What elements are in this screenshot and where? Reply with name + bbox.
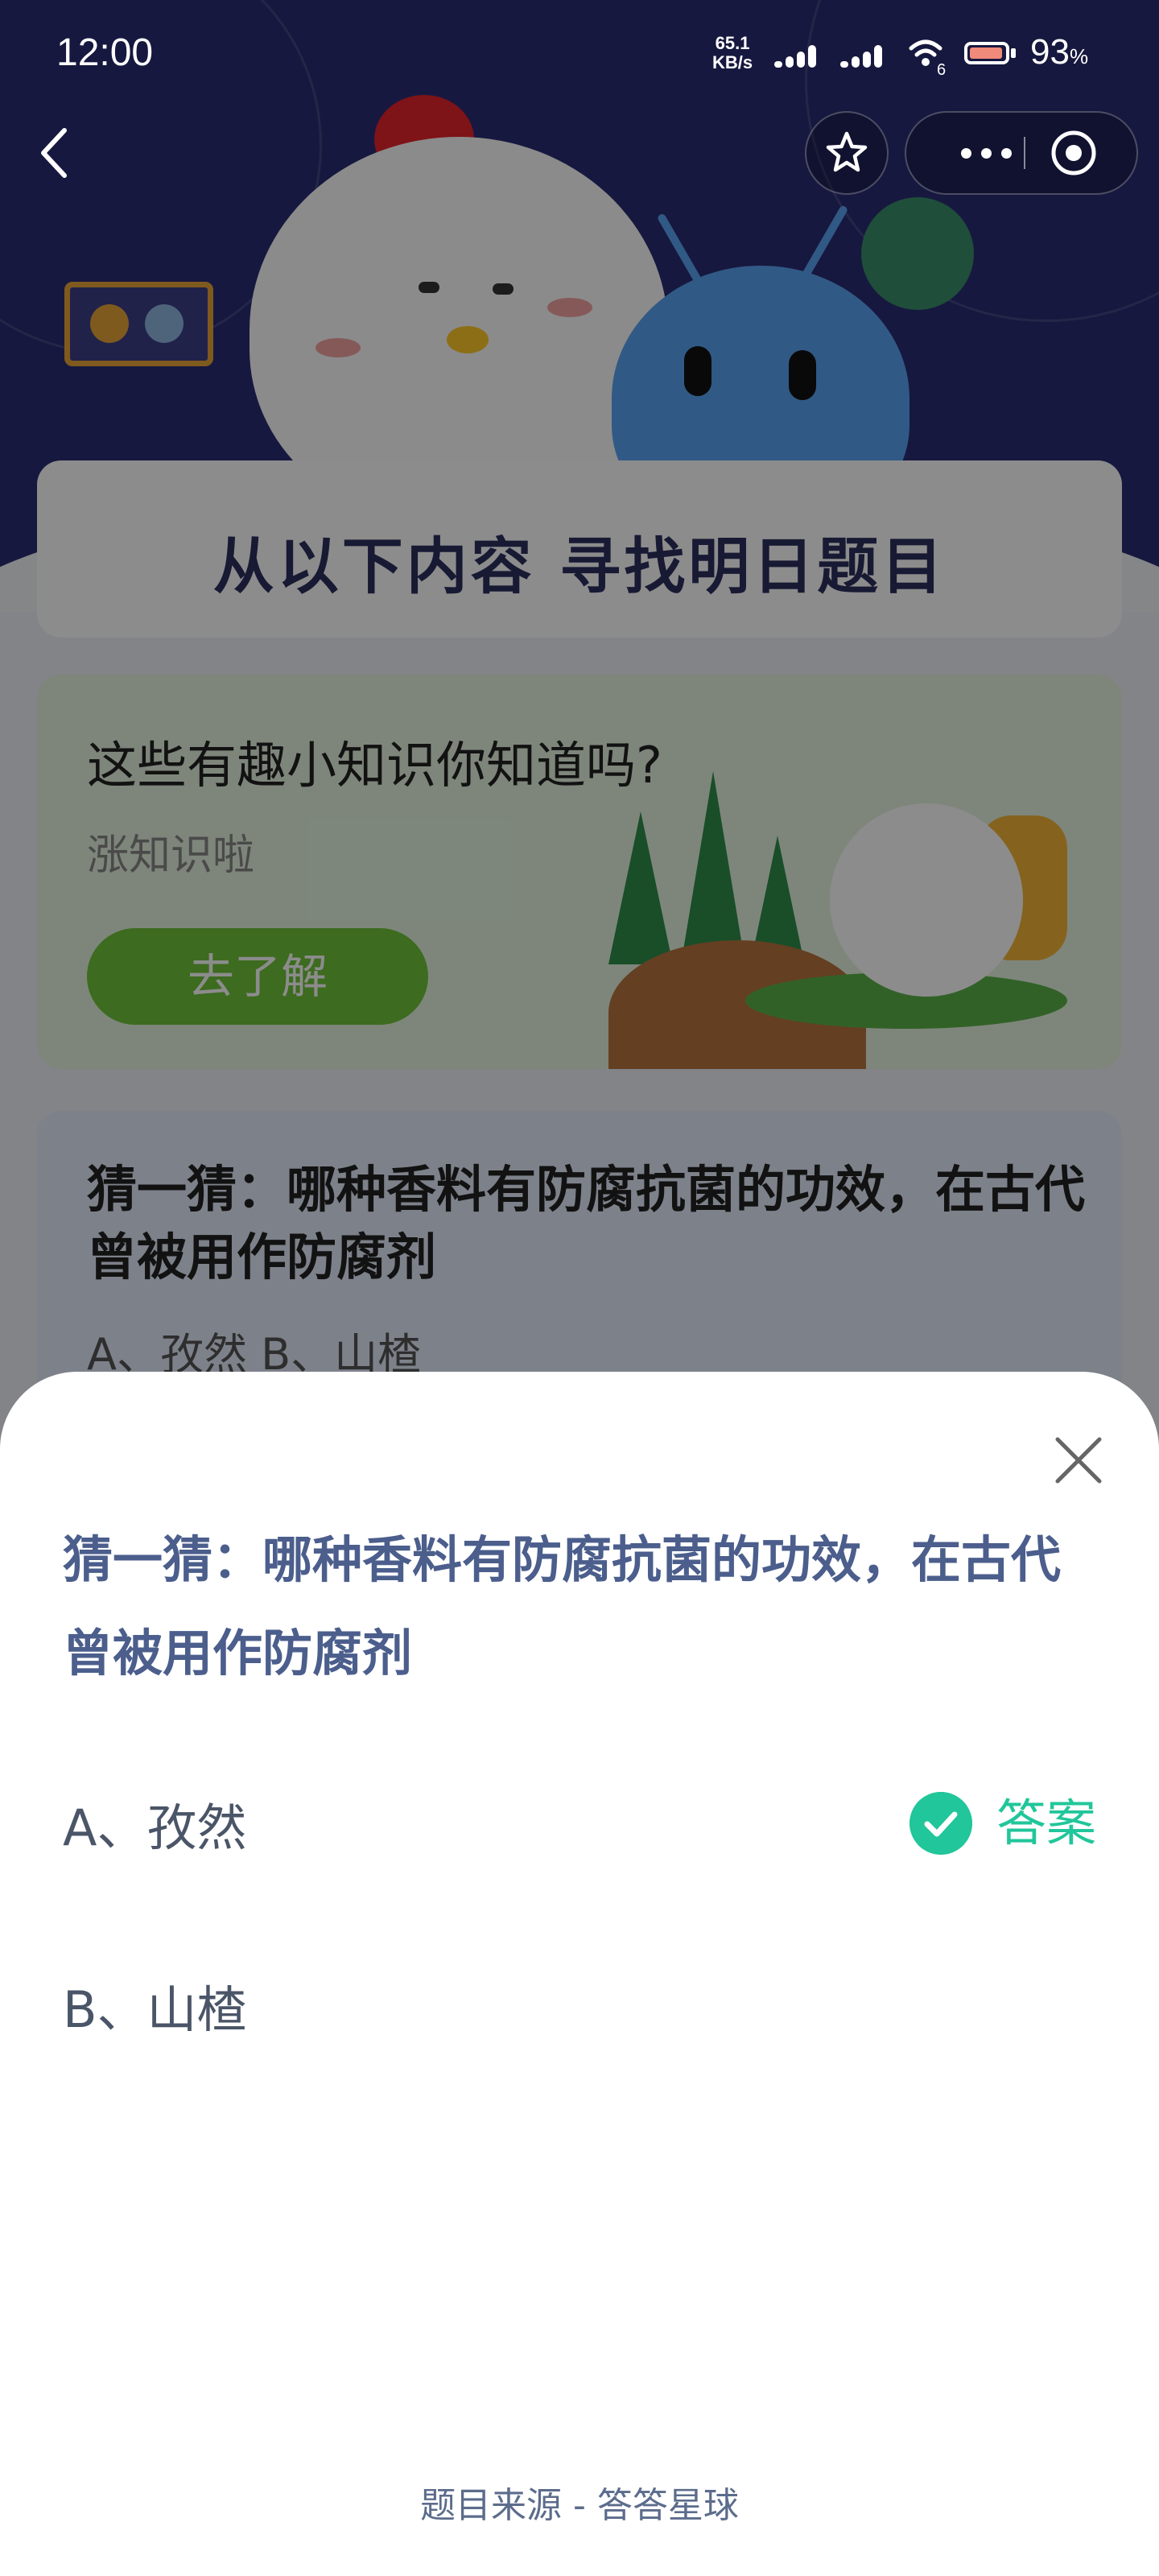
cell-signal-icon xyxy=(840,45,887,68)
status-bar: 12:00 65.1 KB/s 6 93% xyxy=(0,0,1159,105)
network-speed-unit: KB/s xyxy=(712,52,753,72)
wifi-badge: 6 xyxy=(937,61,947,79)
battery-percent-value: 93 xyxy=(1030,32,1070,72)
close-miniprogram-icon[interactable] xyxy=(1048,127,1099,179)
battery-percent: 93% xyxy=(1030,32,1088,72)
option-b: B、山楂 xyxy=(63,1980,247,2039)
sheet-question: 猜一猜：哪种香料有防腐抗菌的功效，在古代曾被用作防腐剂 xyxy=(63,1530,1062,1682)
battery-percent-unit: % xyxy=(1069,44,1089,68)
answer-bottom-sheet: 猜一猜：哪种香料有防腐抗菌的功效，在古代曾被用作防腐剂 A、孜然 答案 B、山楂… xyxy=(0,1372,1159,2576)
capsule-divider xyxy=(1024,137,1025,169)
close-icon[interactable] xyxy=(1046,1428,1111,1492)
option-a: A、孜然 xyxy=(63,1798,247,1857)
answer-label: 答案 xyxy=(996,1794,1097,1852)
favorite-button[interactable] xyxy=(805,111,889,195)
question-source: 题目来源 - 答答星球 xyxy=(420,2485,739,2526)
network-speed: 65.1 KB/s xyxy=(712,34,753,72)
more-menu-button[interactable] xyxy=(942,113,1030,193)
mini-program-capsule xyxy=(905,111,1138,195)
answer-indicator: 答案 xyxy=(909,1792,1119,1856)
battery-tip xyxy=(1011,48,1016,58)
status-time: 12:00 xyxy=(56,31,154,74)
star-icon xyxy=(826,131,868,172)
check-circle-icon xyxy=(909,1792,972,1855)
battery-icon xyxy=(964,42,1009,64)
network-speed-value: 65.1 xyxy=(715,33,750,53)
back-arrow-icon[interactable] xyxy=(32,121,80,185)
cell-signal-icon xyxy=(774,45,821,68)
